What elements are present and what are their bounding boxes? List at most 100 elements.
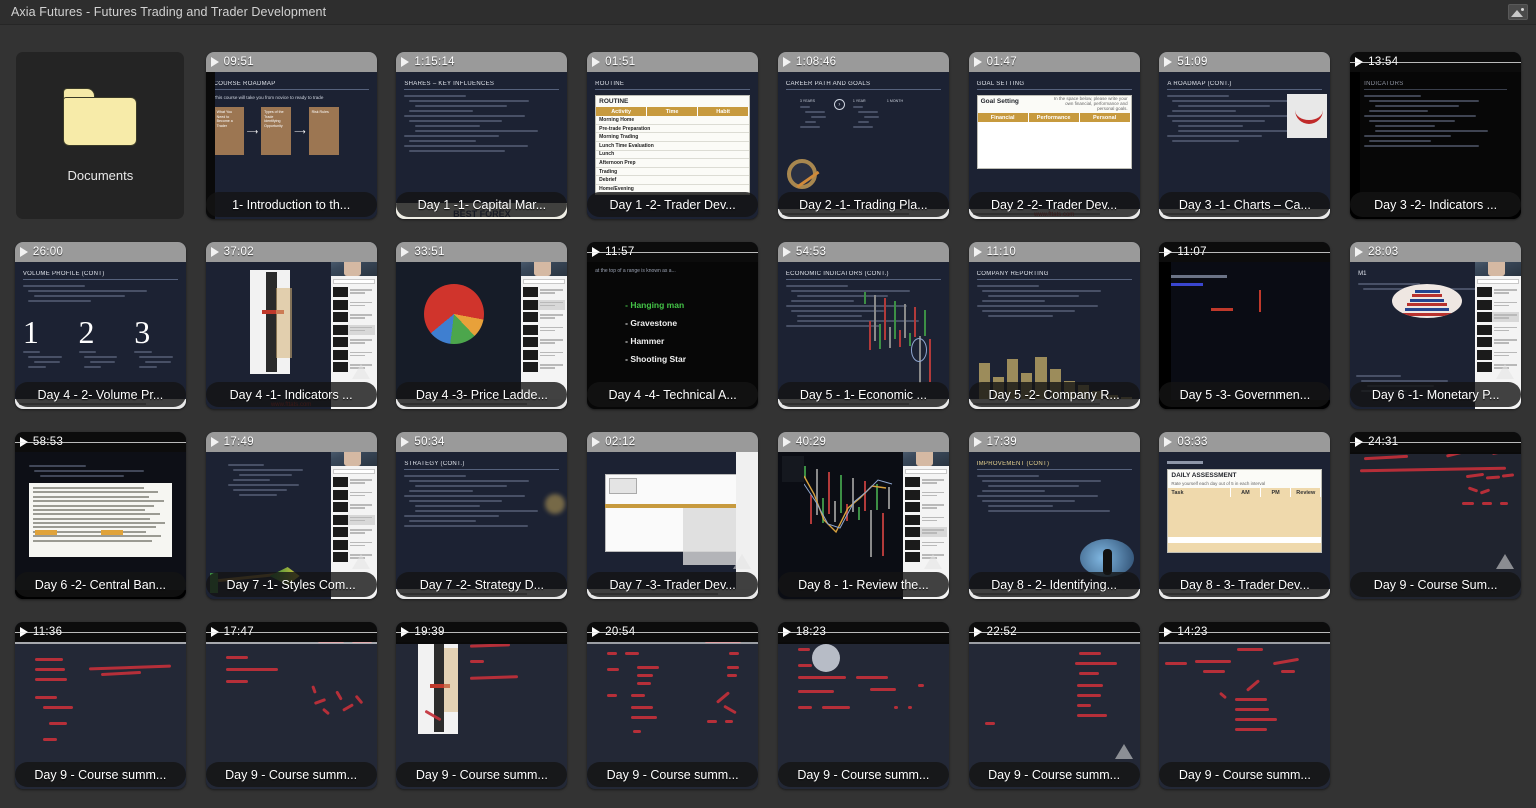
video-item[interactable]: ROUTINE ROUTINE Activity Time Habit Mornin… (587, 52, 759, 219)
video-item[interactable]: 40:29 Day 8 - 1- Review the... (777, 432, 949, 599)
video-duration: 54:53 (795, 246, 827, 258)
video-caption: Day 6 -2- Central Ban... (14, 572, 186, 597)
play-icon (973, 57, 982, 67)
video-title: Day 3 -2- Indicators ... (1374, 197, 1498, 212)
video-caption: Day 4 - 2- Volume Pr... (14, 382, 186, 407)
video-title: Day 8 - 3- Trader Dev... (1180, 577, 1310, 592)
file-grid: Documents COURSE ROADMAP This course wil… (0, 25, 1536, 808)
video-caption: Day 4 -3- Price Ladde... (396, 382, 568, 407)
video-item[interactable]: M1 28:03 Day 6 -1- Monetary P... (1350, 242, 1522, 409)
video-item[interactable]: ECONOMIC INDICATORS (CONT.) 54:53 Day 5 … (777, 242, 949, 409)
video-item[interactable]: 24:31 Day 9 - Course Sum... (1350, 432, 1522, 599)
video-duration: 09:51 (223, 56, 254, 68)
image-preview-icon[interactable] (1508, 4, 1528, 20)
grid-cell: 33:51 Day 4 -3- Price Ladde... (390, 242, 575, 432)
video-title: Day 5 -3- Governmen... (1179, 387, 1311, 402)
video-duration: 26:00 (32, 246, 64, 258)
grid-cell: 40:29 Day 8 - 1- Review the... (771, 432, 956, 622)
grid-cell: INDICATORS 13:54 Day 3 -2- Indicators ..… (1343, 52, 1528, 242)
video-title: Day 4 -3- Price Ladde... (415, 387, 548, 402)
grid-cell: www.fttats.com 37:02 Day 4 -1- Indicator… (199, 242, 384, 432)
video-title: Day 2 -1- Trading Pla... (799, 197, 928, 212)
video-item[interactable]: COURSE ROADMAP This course will take you… (205, 52, 377, 219)
grid-cell: VOLUME PROFILE (CONT) 123 26:00 Day 4 - … (8, 242, 193, 432)
video-item[interactable]: A ROADMAP (CONT.) 51:09 Day 3 -1- Charts… (1159, 52, 1331, 219)
video-duration: 17:39 (986, 436, 1017, 448)
grid-cell: 14:23 Day 9 - Course summ... (1153, 622, 1338, 808)
grid-cell: SHARES – KEY INFLUENCES BEST FOREX 1:15:… (390, 52, 575, 242)
video-item[interactable]: 22:52 Day 9 - Course summ... (968, 622, 1140, 789)
video-item[interactable]: 19:39 Day 9 - Course summ... (396, 622, 568, 789)
video-item[interactable]: CAREER PATH AND GOALS 3 YEARS › 1 YEAR 1… (777, 52, 949, 219)
player-topbar: 54:53 (777, 242, 949, 262)
player-topbar: 17:49 (205, 432, 377, 452)
video-duration: 51:09 (1177, 56, 1208, 68)
video-caption: Day 5 - 1- Economic ... (777, 382, 949, 407)
video-title: Day 1 -1- Capital Mar... (417, 197, 547, 212)
grid-cell: www.fttats.com 17:47 Day 9 - Course summ… (199, 622, 384, 808)
video-caption: Day 3 -1- Charts – Ca... (1159, 192, 1331, 217)
player-progress-line (1350, 442, 1522, 443)
video-item[interactable]: COMPANY REPORTING 11:10 Day 5 -2- Compan… (968, 242, 1140, 409)
video-item[interactable]: 11:07 Day 5 -3- Governmen... (1159, 242, 1331, 409)
play-icon (401, 57, 410, 67)
video-title: Day 9 - Course summ... (606, 767, 739, 782)
video-title: Day 6 -1- Monetary P... (1371, 387, 1500, 402)
grid-cell-folder: Documents (8, 52, 193, 242)
video-item[interactable]: www.fttats.com 11:36 Day 9 - Course summ… (14, 622, 186, 789)
video-item[interactable]: 02:12 Day 7 -3- Trader Dev... (587, 432, 759, 599)
video-caption: Day 8 - 1- Review the... (777, 572, 949, 597)
play-icon (1355, 247, 1364, 257)
grid-cell: A ROADMAP (CONT.) 51:09 Day 3 -1- Charts… (1153, 52, 1338, 242)
player-progress-line (14, 632, 186, 633)
video-item[interactable]: GOAL SETTING Goal Setting In the space b… (968, 52, 1140, 219)
grid-cell: COMPANY REPORTING 11:10 Day 5 -2- Compan… (962, 242, 1147, 432)
video-title: Day 9 - Course summ... (797, 767, 930, 782)
play-icon (401, 247, 410, 257)
video-title: Day 1 -2- Trader Dev... (609, 197, 736, 212)
video-item[interactable]: VOLUME PROFILE (CONT) 123 26:00 Day 4 - … (14, 242, 186, 409)
play-icon (210, 247, 219, 257)
player-topbar: 51:09 (1159, 52, 1331, 72)
video-duration: 33:51 (414, 246, 445, 258)
play-icon (210, 437, 219, 447)
video-item[interactable]: 20:54 Day 9 - Course summ... (587, 622, 759, 789)
video-item[interactable]: 33:51 Day 4 -3- Price Ladde... (396, 242, 568, 409)
player-progress-line (777, 632, 949, 633)
grid-cell: 02:12 Day 7 -3- Trader Dev... (580, 432, 765, 622)
video-caption: Day 9 - Course summ... (396, 762, 568, 787)
video-caption: Day 2 -2- Trader Dev... (968, 192, 1140, 217)
video-item[interactable]: 18:23 Day 9 - Course summ... (777, 622, 949, 789)
player-progress-line (968, 632, 1140, 633)
video-item[interactable]: www.fttats.com 17:47 Day 9 - Course summ… (205, 622, 377, 789)
grid-cell: 24:31 Day 9 - Course Sum... (1343, 432, 1528, 622)
video-caption: Day 4 -1- Indicators ... (205, 382, 377, 407)
folder-item-documents[interactable]: Documents (16, 52, 185, 219)
player-progress-line (1159, 252, 1331, 253)
grid-cell: 20:54 Day 9 - Course summ... (580, 622, 765, 808)
video-caption: Day 2 -1- Trading Pla... (777, 192, 949, 217)
player-topbar: 33:51 (396, 242, 568, 262)
video-caption: Day 7 -2- Strategy D... (396, 572, 568, 597)
video-item[interactable]: SHARES – KEY INFLUENCES BEST FOREX 1:15:… (396, 52, 568, 219)
video-item[interactable]: 14:23 Day 9 - Course summ... (1159, 622, 1331, 789)
video-item[interactable]: INDICATORS 13:54 Day 3 -2- Indicators ..… (1350, 52, 1522, 219)
video-title: Day 7 -2- Strategy D... (419, 577, 545, 592)
grid-cell: 11:07 Day 5 -3- Governmen... (1153, 242, 1338, 432)
video-item[interactable]: DAILY ASSESSMENT Rate yourself each day … (1159, 432, 1331, 599)
video-item[interactable]: at the top of a range is known as a... -… (587, 242, 759, 409)
video-item[interactable]: 17:49 Day 7 -1- Styles Com... (205, 432, 377, 599)
player-progress-line (205, 632, 377, 633)
video-title: Day 8 - 2- Identifying... (991, 577, 1117, 592)
grid-cell: COURSE ROADMAP This course will take you… (199, 52, 384, 242)
play-icon (782, 437, 791, 447)
player-topbar: 37:02 (205, 242, 377, 262)
video-item[interactable]: www.fttats.com 37:02 Day 4 -1- Indicator… (205, 242, 377, 409)
window-titlebar: Axia Futures - Futures Trading and Trade… (0, 0, 1536, 25)
video-item[interactable]: 58:53 Day 6 -2- Central Ban... (14, 432, 186, 599)
video-title: Day 2 -2- Trader Dev... (991, 197, 1118, 212)
video-item[interactable]: IMPROVEMENT (CONT) 17:39 Day 8 - 2- Iden… (968, 432, 1140, 599)
video-item[interactable]: STRATEGY (CONT.) 50:34 Day 7 -2- Strateg… (396, 432, 568, 599)
player-topbar: 03:33 (1159, 432, 1331, 452)
video-title: Day 8 - 1- Review the... (798, 577, 929, 592)
